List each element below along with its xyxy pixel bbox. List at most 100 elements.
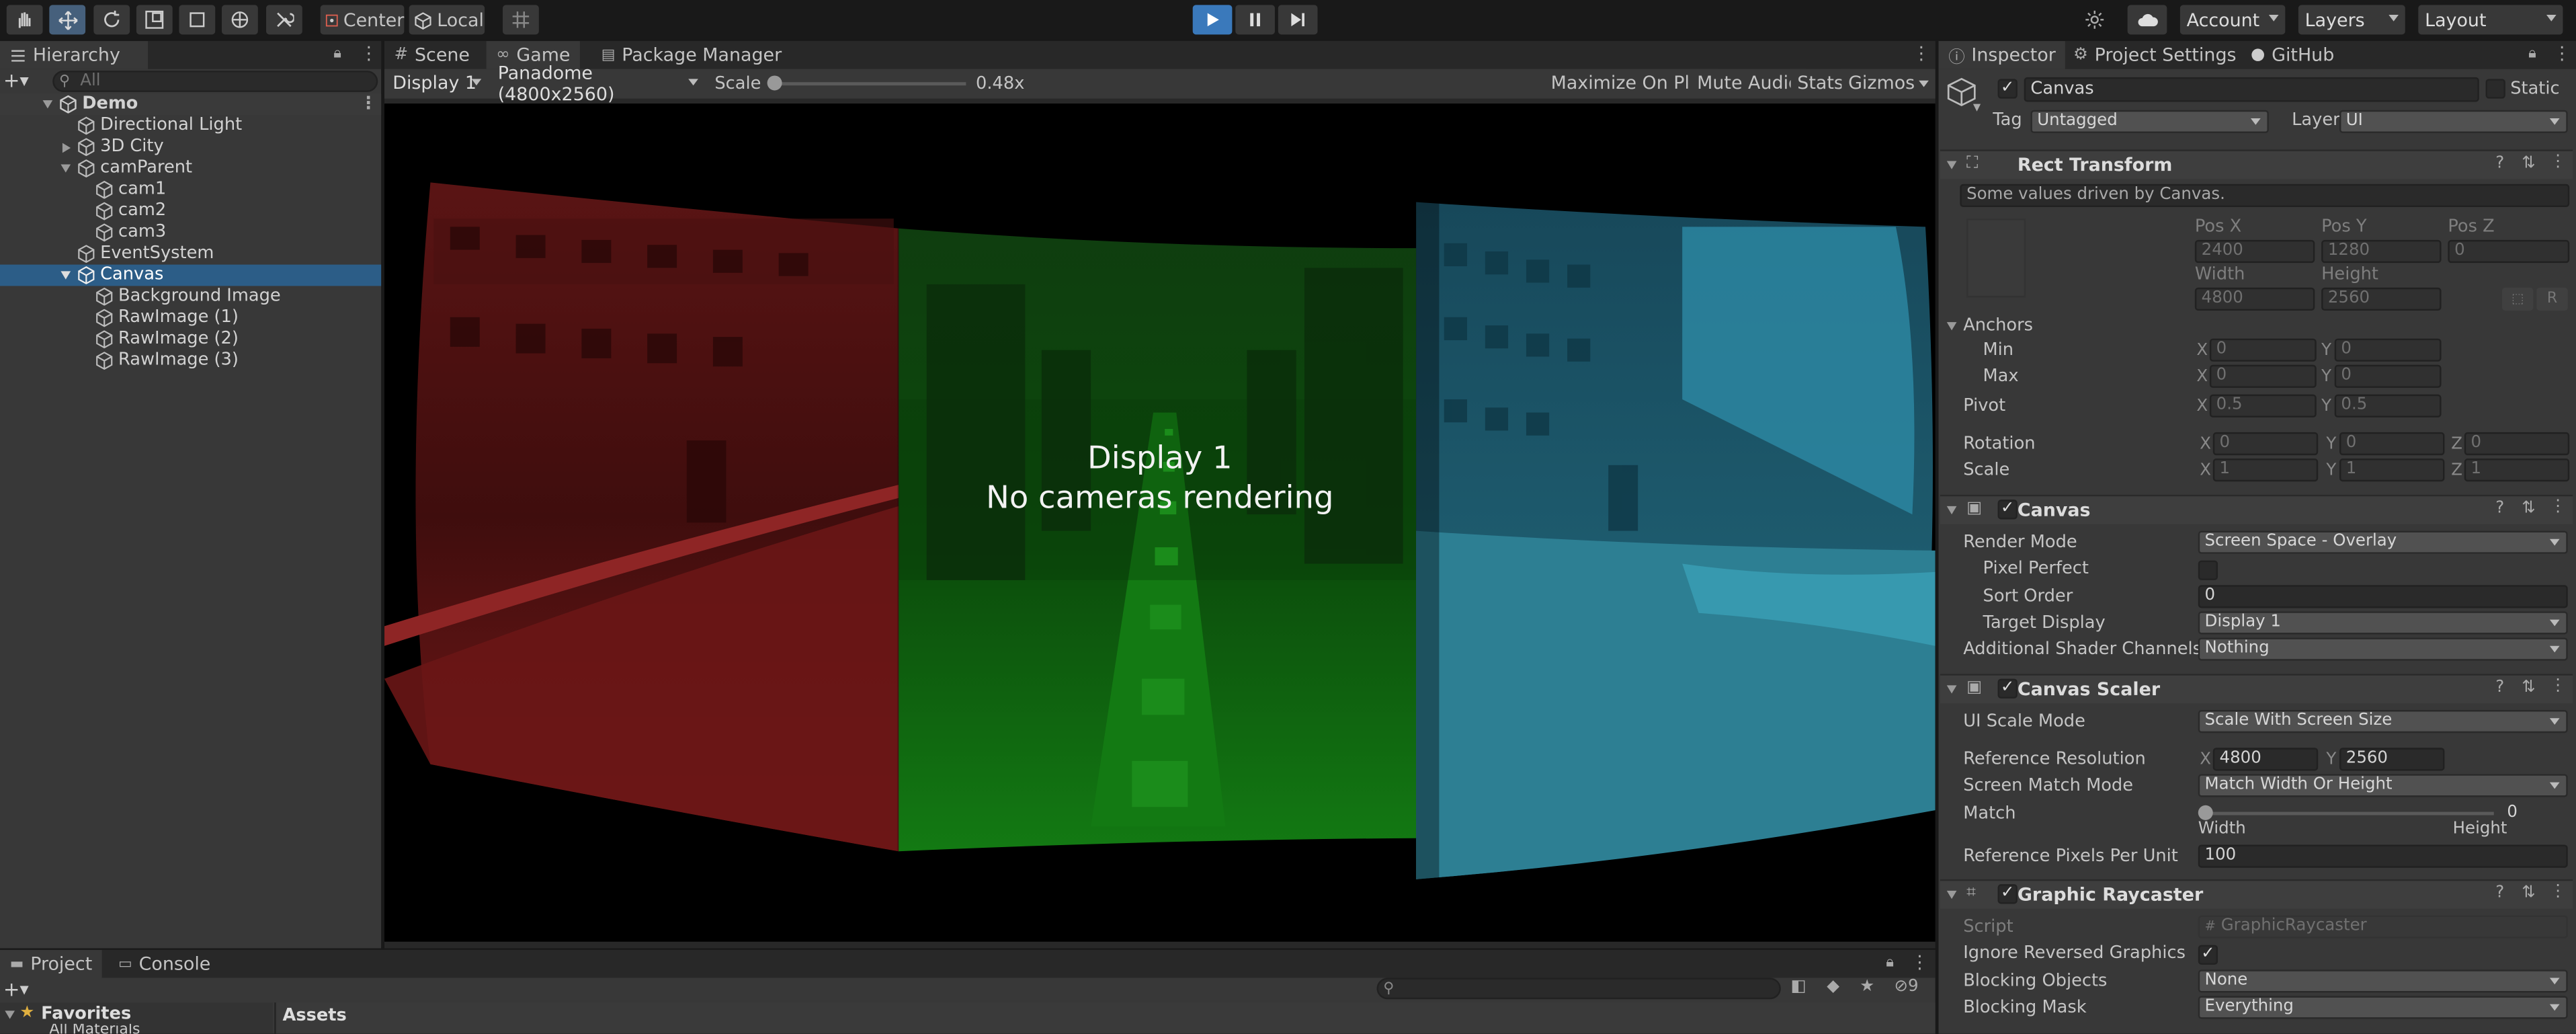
assets-breadcrumb[interactable]: Assets	[282, 1006, 346, 1025]
aspect-dropdown[interactable]: Panadome (4800x2560)	[491, 62, 705, 104]
foldout-open-icon[interactable]	[5, 1010, 15, 1019]
canvas-scaler-enabled-checkbox[interactable]: ✓	[1997, 678, 2018, 699]
services-button[interactable]	[2077, 5, 2113, 34]
foldout-open-icon[interactable]	[1946, 506, 1957, 515]
hierarchy-item-cam1[interactable]: cam1	[0, 179, 381, 200]
foldout-open-icon[interactable]	[1946, 890, 1957, 900]
tab-project-settings[interactable]: ⚙ Project Settings	[2063, 41, 2246, 69]
foldout-open-icon[interactable]	[1946, 322, 1957, 331]
favorite-star-icon[interactable]: ★	[1860, 978, 1874, 996]
more-options-icon[interactable]: ⋮	[360, 43, 378, 65]
reference-resolution-y-field[interactable]: 2560	[2339, 748, 2445, 771]
scale-slider-handle[interactable]	[767, 75, 782, 91]
layout-dropdown[interactable]: Layout	[2418, 5, 2563, 35]
pixel-perfect-checkbox[interactable]	[2198, 560, 2218, 580]
create-button[interactable]: +▼	[3, 69, 49, 92]
hierarchy-item-rawimage-2[interactable]: RawImage (2)	[0, 329, 381, 350]
reference-resolution-x-field[interactable]: 4800	[2212, 748, 2319, 771]
render-mode-dropdown[interactable]: Screen Space - Overlay	[2198, 530, 2568, 554]
foldout-open-icon[interactable]	[60, 164, 71, 173]
more-options-icon[interactable]: ⋮	[2553, 43, 2571, 65]
help-icon[interactable]: ?	[2495, 500, 2504, 518]
hierarchy-search[interactable]: ⚲ All	[52, 71, 378, 92]
lock-icon[interactable]: 🔒︎	[2528, 46, 2536, 62]
more-options-icon[interactable]: ⋮	[1912, 43, 1930, 65]
static-checkbox[interactable]	[2485, 79, 2505, 99]
tab-console[interactable]: ▭ Console	[108, 950, 220, 978]
tab-scene[interactable]: # Scene	[384, 41, 480, 69]
more-options-icon[interactable]: ⋮	[2550, 677, 2566, 695]
match-slider-track[interactable]	[2204, 811, 2494, 816]
more-options-icon[interactable]: ⋮	[1911, 951, 1929, 973]
pause-button[interactable]	[1235, 5, 1275, 35]
object-name-field[interactable]: Canvas	[2024, 77, 2479, 102]
more-options-icon[interactable]: ⋮	[2550, 883, 2566, 901]
project-search[interactable]: ⚲	[1376, 978, 1781, 1000]
tab-project[interactable]: ▬ Project	[0, 949, 102, 978]
create-asset-button[interactable]: +▼	[3, 978, 29, 1000]
foldout-open-icon[interactable]	[1946, 685, 1957, 694]
filter-by-type-icon[interactable]: ◧	[1791, 978, 1806, 996]
step-button[interactable]	[1278, 5, 1318, 35]
foldout-open-icon[interactable]	[42, 100, 53, 109]
screen-match-mode-dropdown[interactable]: Match Width Or Height	[2198, 774, 2568, 797]
hierarchy-item-eventsystem[interactable]: EventSystem	[0, 243, 381, 265]
match-slider-handle[interactable]	[2198, 805, 2213, 820]
graphic-raycaster-enabled-checkbox[interactable]: ✓	[1997, 884, 2018, 904]
canvas-component-header[interactable]: ▣ ✓ Canvas ? ⇅ ⋮	[1940, 494, 2573, 524]
tab-inspector[interactable]: ⓘ Inspector	[1938, 41, 2066, 69]
ui-scale-mode-dropdown[interactable]: Scale With Screen Size	[2198, 710, 2568, 733]
rect-transform-header[interactable]: ⛶ Rect Transform ? ⇅ ⋮	[1940, 149, 2573, 180]
sort-order-field[interactable]: 0	[2198, 585, 2568, 608]
hierarchy-item-3d-city[interactable]: 3D City	[0, 136, 381, 158]
graphic-raycaster-header[interactable]: ⌗ ✓ Graphic Raycaster ? ⇅ ⋮	[1940, 879, 2573, 909]
blocking-mask-dropdown[interactable]: Everything	[2198, 996, 2568, 1019]
scene-root-demo[interactable]: Demo ⋮	[0, 93, 382, 116]
foldout-open-icon[interactable]	[1946, 161, 1957, 169]
lock-icon[interactable]: 🔒︎	[333, 46, 341, 62]
canvas-enabled-checkbox[interactable]: ✓	[1997, 500, 2018, 520]
shader-channels-dropdown[interactable]: Nothing	[2198, 637, 2568, 661]
play-button[interactable]	[1192, 5, 1233, 35]
tab-hierarchy[interactable]: Hierarchy	[0, 41, 149, 69]
cloud-button[interactable]	[2127, 5, 2167, 35]
display-dropdown[interactable]: Display 1	[386, 69, 488, 97]
anchor-preset-button[interactable]	[1966, 218, 2026, 298]
hierarchy-item-cam2[interactable]: cam2	[0, 200, 381, 222]
transform-tool-button[interactable]	[222, 5, 258, 35]
pos-z-field[interactable]: 0	[2448, 239, 2570, 264]
hand-tool-button[interactable]	[6, 5, 43, 35]
scale-slider-track[interactable]	[769, 82, 966, 86]
all-materials-label[interactable]: All Materials	[49, 1024, 140, 1034]
hierarchy-item-background-image[interactable]: Background Image	[0, 286, 381, 307]
move-tool-button[interactable]	[49, 5, 86, 35]
match-value-field[interactable]: 0	[2501, 802, 2568, 825]
pivot-local-button[interactable]: Local	[409, 5, 485, 35]
mute-audio-button[interactable]: Mute Audio	[1690, 69, 1806, 97]
reference-pixels-field[interactable]: 100	[2198, 844, 2568, 868]
raw-edit-button[interactable]: R	[2536, 287, 2568, 311]
hierarchy-item-camparent[interactable]: camParent	[0, 158, 381, 180]
help-icon[interactable]: ?	[2495, 679, 2504, 697]
preset-icon[interactable]: ⇅	[2522, 500, 2536, 518]
foldout-closed-icon[interactable]	[62, 143, 71, 153]
more-options-icon[interactable]: ⋮	[2550, 153, 2566, 171]
hidden-packages-icon[interactable]: ⊘9	[1895, 978, 1919, 996]
scale-tool-button[interactable]	[136, 5, 173, 35]
ignore-reversed-checkbox[interactable]: ✓	[2198, 945, 2218, 965]
active-checkbox[interactable]: ✓	[1997, 79, 2018, 99]
filter-by-label-icon[interactable]: ◆	[1827, 978, 1839, 996]
blocking-objects-dropdown[interactable]: None	[2198, 969, 2568, 993]
hierarchy-item-rawimage-1[interactable]: RawImage (1)	[0, 307, 381, 329]
grid-snap-button[interactable]	[503, 5, 539, 35]
pivot-center-button[interactable]: Center	[320, 5, 405, 35]
game-viewport[interactable]: Display 1 No cameras rendering	[384, 104, 1936, 942]
rect-tool-button[interactable]	[179, 5, 216, 35]
gizmos-button[interactable]: Gizmos	[1841, 69, 1934, 97]
layers-dropdown[interactable]: Layers	[2298, 5, 2405, 35]
rotate-tool-button[interactable]	[93, 5, 130, 35]
lock-icon[interactable]: 🔒︎	[1886, 955, 1894, 971]
help-icon[interactable]: ?	[2495, 155, 2504, 173]
more-options-icon[interactable]: ⋮	[2550, 498, 2566, 516]
preset-icon[interactable]: ⇅	[2522, 155, 2536, 173]
